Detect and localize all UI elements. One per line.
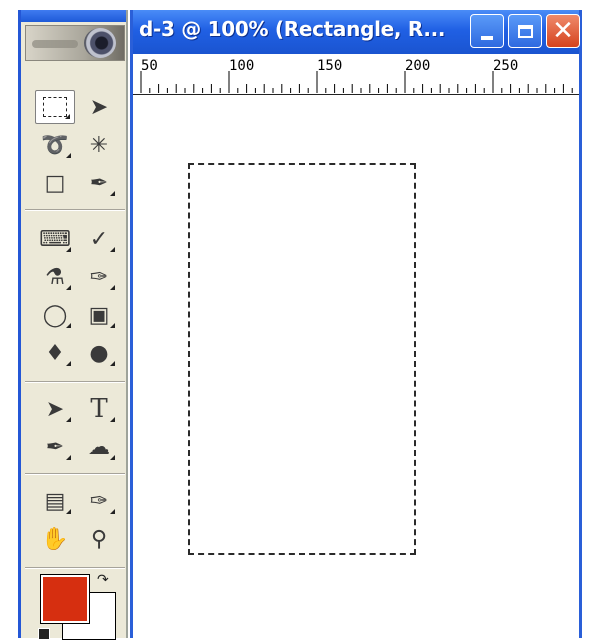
ruler-label-250: 250 — [493, 58, 519, 74]
maximize-icon — [517, 24, 533, 38]
shape-icon: ☁ — [88, 434, 110, 460]
eraser-icon: ◯ — [42, 302, 68, 328]
ruler-label-150: 150 — [317, 58, 343, 74]
brush-icon: ✓ — [89, 226, 109, 252]
horizontal-ruler[interactable]: 50 100 150 200 250 — [133, 54, 579, 95]
app-logo[interactable] — [25, 25, 125, 61]
maximize-button[interactable] — [508, 14, 542, 48]
zoom-icon: ⚲ — [90, 526, 108, 552]
document-title-bar[interactable]: d-3 @ 100% (Rectangle, R... ✕ — [133, 10, 580, 54]
eyedropper-icon: ✑ — [89, 488, 109, 514]
history-brush-icon: ✑ — [89, 264, 109, 290]
path-selection-tool[interactable]: ➤ — [35, 392, 75, 426]
slice-tool[interactable]: ✒ — [79, 166, 119, 200]
gradient-icon: ▣ — [88, 302, 110, 328]
document-window: d-3 @ 100% (Rectangle, R... ✕ 50 100 150… — [130, 10, 582, 638]
eye-logo-icon — [84, 28, 116, 58]
history-brush-tool[interactable]: ✑ — [79, 260, 119, 294]
hand-icon: ✋ — [41, 526, 69, 552]
magic-wand-icon: ✳ — [89, 132, 109, 158]
rectangle-selection[interactable] — [188, 163, 416, 555]
type-tool[interactable]: T — [79, 392, 119, 426]
pen-tool[interactable]: ✒ — [35, 430, 75, 464]
crop-icon: □ — [44, 170, 66, 196]
tools-separator — [25, 381, 125, 383]
move-icon: ➤ — [89, 94, 109, 120]
close-button[interactable]: ✕ — [546, 14, 580, 48]
hand-tool[interactable]: ✋ — [35, 522, 75, 556]
clone-stamp-tool[interactable]: ⚗ — [35, 260, 75, 294]
tools-separator — [25, 473, 125, 475]
healing-brush-tool[interactable]: ⌨ — [35, 222, 75, 256]
document-title: d-3 @ 100% (Rectangle, R... — [139, 17, 446, 41]
slice-icon: ✒ — [89, 170, 109, 196]
foreground-color-swatch[interactable] — [40, 574, 90, 624]
magic-wand-tool[interactable]: ✳ — [79, 128, 119, 162]
lasso-icon: ➰ — [41, 132, 69, 158]
marquee-icon — [43, 97, 67, 117]
blur-tool[interactable]: ♦ — [35, 336, 75, 370]
lasso-tool[interactable]: ➰ — [35, 128, 75, 162]
rectangular-marquee-tool[interactable] — [35, 90, 75, 124]
stamp-icon: ⚗ — [45, 264, 65, 290]
tools-separator — [25, 567, 125, 569]
dodge-tool[interactable]: ● — [79, 336, 119, 370]
document-canvas[interactable] — [133, 95, 579, 638]
notes-icon: ▤ — [44, 488, 66, 514]
type-icon: T — [90, 394, 108, 424]
ruler-label-50: 50 — [141, 58, 158, 74]
gradient-tool[interactable]: ▣ — [79, 298, 119, 332]
brush-tool[interactable]: ✓ — [79, 222, 119, 256]
notes-tool[interactable]: ▤ — [35, 484, 75, 518]
minimize-icon — [481, 36, 493, 40]
custom-shape-tool[interactable]: ☁ — [79, 430, 119, 464]
default-colors-icon[interactable] — [38, 628, 50, 640]
pen-icon: ✒ — [45, 434, 65, 460]
dodge-icon: ● — [89, 340, 109, 366]
tools-palette: ➤ ➰ ✳ □ ✒ ⌨ ✓ ⚗ ✑ ◯ ▣ ♦ ● ➤ T ✒ ☁ ▤ ✑ ✋ … — [18, 10, 128, 638]
eraser-tool[interactable]: ◯ — [35, 298, 75, 332]
path-select-icon: ➤ — [45, 396, 65, 422]
drop-icon: ♦ — [45, 340, 65, 366]
swap-colors-icon[interactable]: ↷ — [97, 572, 109, 588]
ruler-label-100: 100 — [229, 58, 255, 74]
ruler-label-200: 200 — [405, 58, 431, 74]
move-tool[interactable]: ➤ — [79, 90, 119, 124]
minimize-button[interactable] — [470, 14, 504, 48]
crop-tool[interactable]: □ — [35, 166, 75, 200]
tools-separator — [25, 209, 125, 211]
zoom-tool[interactable]: ⚲ — [79, 522, 119, 556]
close-icon: ✕ — [552, 16, 574, 46]
palette-title-bar[interactable] — [21, 10, 126, 22]
eyedropper-tool[interactable]: ✑ — [79, 484, 119, 518]
